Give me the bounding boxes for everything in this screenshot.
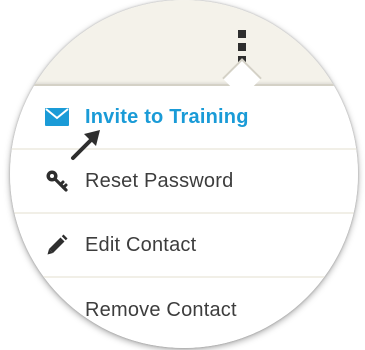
menu-item-label: Remove Contact: [85, 298, 237, 321]
mouse-cursor-icon: [70, 122, 110, 162]
trash-icon: [44, 297, 70, 323]
menu-item-remove-contact[interactable]: Remove Contact: [10, 278, 358, 342]
envelope-icon: [44, 104, 70, 130]
key-icon: [44, 168, 70, 194]
menu-item-invite-to-training[interactable]: Invite to Training: [10, 86, 358, 150]
pencil-icon: [44, 232, 70, 258]
kebab-dot: [238, 30, 246, 38]
menu-item-edit-contact[interactable]: Edit Contact: [10, 214, 358, 278]
menu-item-label: Reset Password: [85, 169, 234, 192]
menu-item-reset-password[interactable]: Reset Password: [10, 150, 358, 214]
page-header-band: [10, 0, 358, 84]
kebab-dot: [238, 43, 246, 51]
menu-item-label: Edit Contact: [85, 233, 197, 256]
magnifier-lens: Invite to Training Reset Password Edit C…: [10, 0, 358, 348]
